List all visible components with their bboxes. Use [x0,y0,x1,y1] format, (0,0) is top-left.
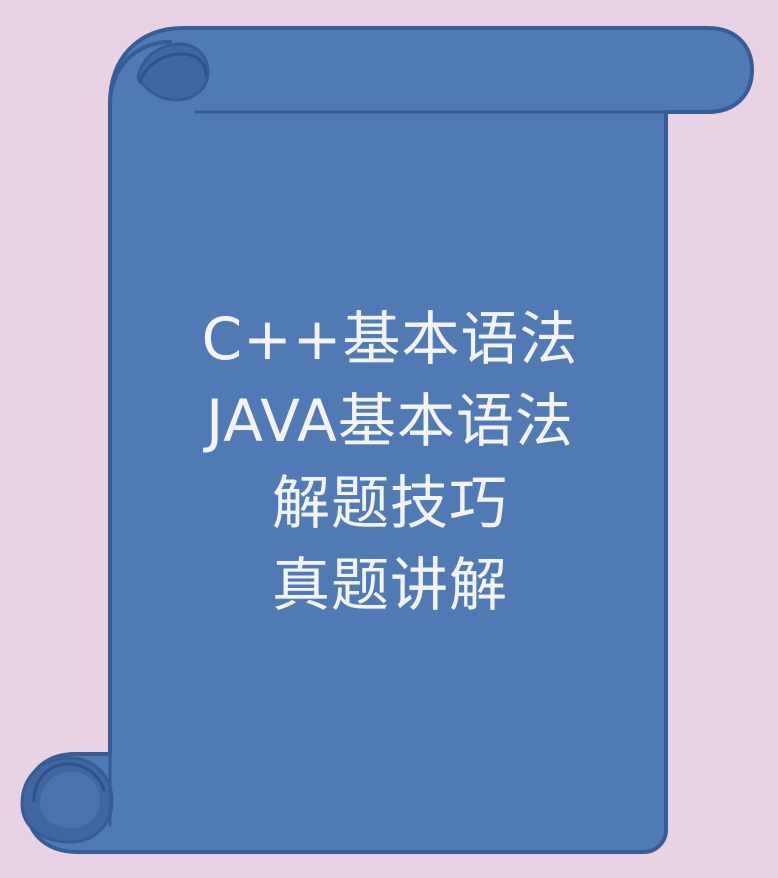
scroll-main-body [24,26,754,854]
scroll-icon [20,26,754,854]
scroll-canvas: C++基本语法 JAVA基本语法 解题技巧 真题讲解 [0,0,778,878]
